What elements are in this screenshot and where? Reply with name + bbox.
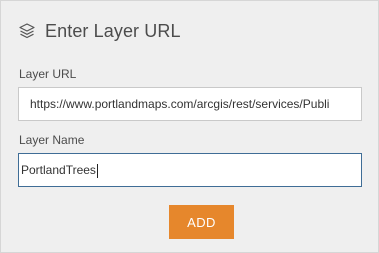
add-button[interactable]: ADD <box>169 205 234 239</box>
layer-name-input[interactable]: PortlandTrees <box>18 153 362 187</box>
layer-url-label: Layer URL <box>19 67 77 81</box>
layer-url-value: https://www.portlandmaps.com/arcgis/rest… <box>30 97 330 111</box>
panel-header: Enter Layer URL <box>18 18 181 44</box>
enter-layer-url-panel: Enter Layer URL Layer URL https://www.po… <box>0 0 379 253</box>
panel-title: Enter Layer URL <box>45 20 181 41</box>
layer-url-input[interactable]: https://www.portlandmaps.com/arcgis/rest… <box>18 87 362 121</box>
layer-name-label: Layer Name <box>19 133 85 147</box>
text-caret <box>96 163 98 178</box>
layers-icon <box>18 22 36 40</box>
layer-name-value: PortlandTrees <box>21 163 96 177</box>
